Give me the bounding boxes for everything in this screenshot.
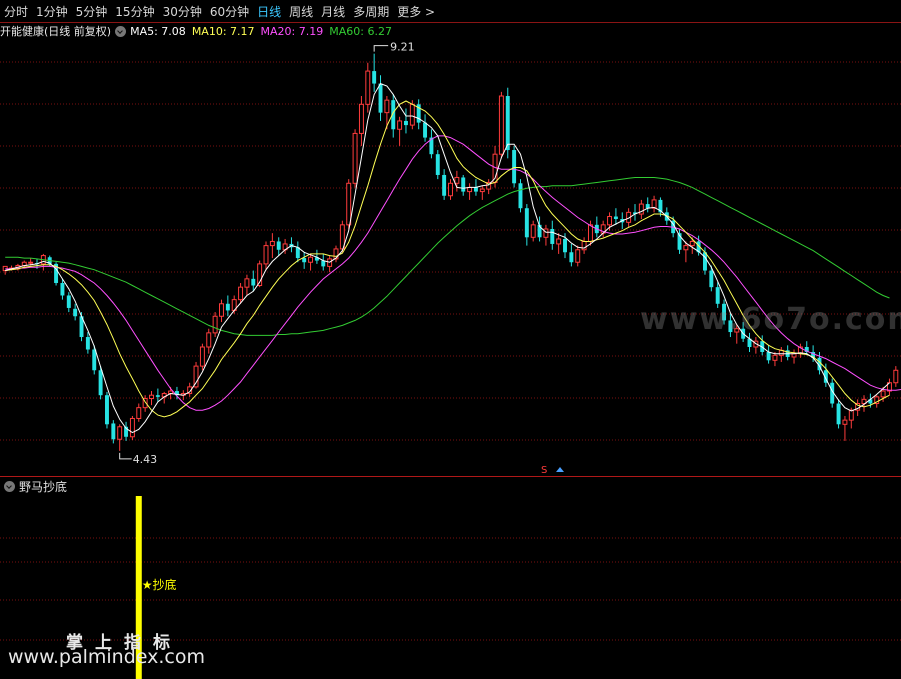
candle-body-70 — [448, 182, 453, 197]
candle-body-133 — [848, 409, 854, 421]
candle-body-37 — [238, 286, 244, 301]
candle-body-79 — [505, 96, 510, 151]
candle-body-15 — [98, 370, 103, 396]
candle-body-42 — [269, 240, 275, 247]
candle-body-33 — [212, 315, 218, 334]
candle-body-55 — [352, 132, 358, 184]
candle-body-82 — [524, 208, 529, 238]
candle-body-60 — [384, 99, 390, 114]
candle-body-96 — [613, 216, 618, 220]
candle-body-140 — [893, 369, 899, 384]
watermark-palmindex: www.palmindex.com — [8, 646, 206, 668]
candle-body-9 — [60, 283, 65, 296]
ma10-line — [5, 100, 890, 418]
candle-body-23 — [149, 394, 154, 400]
candle-body-121 — [772, 354, 778, 361]
candle-body-34 — [219, 303, 224, 317]
candle-body-78 — [498, 95, 504, 155]
watermark-6o7o: www.6o7o.com — [640, 302, 901, 337]
candle-body-17 — [111, 423, 116, 440]
candle-body-89 — [569, 252, 574, 263]
chevron-down-icon[interactable] — [4, 480, 15, 492]
kline-chart[interactable]: 9.21 4.43 S ★抄底 — [0, 0, 901, 679]
candle-body-4 — [28, 261, 34, 264]
candle-body-120 — [766, 351, 771, 361]
candle-body-107 — [683, 245, 689, 251]
candle-body-131 — [836, 403, 841, 425]
signal-label: ★抄底 — [142, 577, 177, 592]
candle-body-95 — [607, 216, 613, 226]
high-marker — [373, 45, 389, 52]
candle-body-21 — [136, 407, 142, 419]
candle-body-16 — [104, 395, 109, 425]
candle-body-69 — [442, 174, 447, 196]
candle-body-92 — [587, 224, 593, 242]
candle-body-54 — [346, 182, 352, 226]
high-label: 9.21 — [390, 41, 415, 54]
candle-body-83 — [530, 224, 536, 238]
candle-body-90 — [575, 249, 581, 263]
candle-body-85 — [543, 228, 549, 238]
candle-body-14 — [92, 349, 97, 371]
candle-body-64 — [409, 103, 415, 126]
candle-body-38 — [244, 278, 250, 288]
candle-body-48 — [308, 256, 314, 263]
candle-body-63 — [403, 120, 408, 126]
indicator-panel-title: 野马抄底 — [0, 478, 67, 494]
candle-body-80 — [512, 150, 517, 184]
candle-body-32 — [206, 332, 212, 348]
indicator-name: 野马抄底 — [19, 479, 68, 494]
s-marker: S — [541, 465, 547, 476]
candle-body-24 — [155, 395, 160, 397]
candle-body-75 — [479, 188, 485, 193]
candle-body-41 — [263, 245, 269, 265]
candle-body-62 — [397, 120, 403, 130]
candle-body-132 — [842, 419, 848, 425]
candle-body-88 — [563, 238, 567, 253]
candle-body-138 — [880, 390, 886, 398]
candle-body-47 — [302, 258, 307, 263]
low-label: 4.43 — [133, 453, 158, 466]
candle-body-11 — [73, 308, 78, 317]
candle-body-31 — [199, 346, 205, 367]
candle-body-86 — [550, 228, 555, 244]
candle-body-30 — [193, 365, 199, 388]
ma5-line — [5, 82, 890, 434]
candle-body-20 — [129, 417, 135, 438]
candle-body-87 — [556, 238, 562, 245]
candle-body-57 — [365, 70, 371, 105]
candle-body-18 — [117, 426, 123, 440]
candle-body-35 — [225, 303, 230, 311]
candle-body-68 — [435, 154, 440, 175]
candle-body-72 — [461, 177, 466, 192]
candle-body-108 — [689, 240, 695, 247]
candle-body-58 — [372, 71, 377, 84]
candle-body-74 — [473, 187, 478, 192]
candle-body-59 — [378, 83, 383, 113]
low-marker — [119, 452, 132, 460]
candle-body-111 — [709, 270, 714, 288]
candle-body-81 — [518, 183, 523, 209]
candle-body-56 — [358, 103, 364, 134]
candle-body-10 — [66, 295, 71, 308]
candle-body-66 — [423, 122, 428, 138]
candle-body-71 — [454, 176, 460, 184]
ma20-line — [5, 135, 901, 411]
candle-body-110 — [702, 252, 707, 271]
candle-body-13 — [85, 337, 90, 350]
candle-body-39 — [251, 278, 256, 286]
candle-body-43 — [276, 241, 281, 250]
up-triangle-marker — [556, 467, 564, 472]
